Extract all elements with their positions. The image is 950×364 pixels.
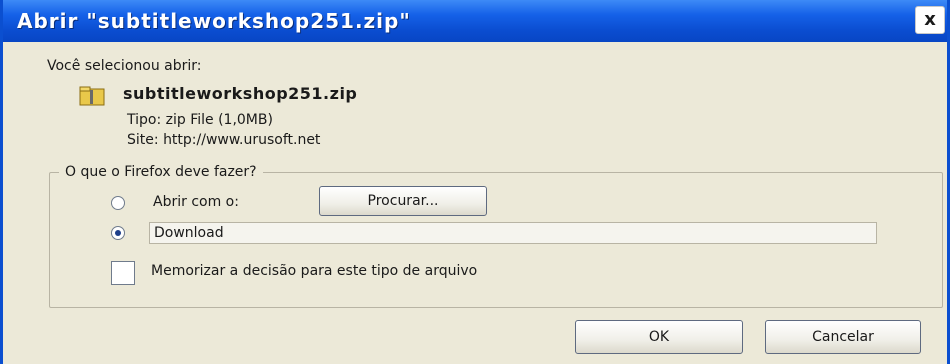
remember-label[interactable]: Memorizar a decisão para este tipo de ar… — [151, 263, 477, 279]
download-option-field[interactable]: Download — [149, 222, 877, 244]
open-with-label[interactable]: Abrir com o: — [153, 194, 239, 210]
cancel-button-label: Cancelar — [812, 329, 874, 345]
title-bar[interactable]: Abrir "subtitleworkshop251.zip" x — [3, 0, 947, 42]
close-button[interactable]: x — [915, 6, 945, 34]
open-with-radio[interactable] — [111, 196, 125, 210]
file-type: Tipo: zip File (1,0MB) — [127, 112, 273, 128]
close-icon: x — [924, 9, 936, 30]
open-with-label-text: Abrir com o: — [153, 194, 239, 210]
action-group-legend: O que o Firefox deve fazer? — [59, 164, 263, 180]
site-label: Site: — [127, 132, 159, 148]
file-site: Site: http://www.urusoft.net — [127, 132, 320, 148]
browse-button-label: Procurar... — [367, 193, 439, 209]
browse-button[interactable]: Procurar... — [319, 186, 487, 216]
download-label: Download — [154, 225, 224, 241]
zip-folder-icon — [79, 86, 105, 106]
download-dialog: Abrir "subtitleworkshop251.zip" x Você s… — [0, 0, 950, 364]
ok-button-label: OK — [648, 329, 670, 345]
intro-text: Você selecionou abrir: — [47, 58, 202, 74]
cancel-button[interactable]: Cancelar — [765, 320, 921, 354]
radio-selected-dot — [115, 230, 121, 236]
file-name: subtitleworkshop251.zip — [123, 84, 358, 103]
download-radio[interactable] — [111, 226, 125, 240]
site-url: http://www.urusoft.net — [163, 132, 321, 148]
window-title: Abrir "subtitleworkshop251.zip" — [17, 9, 411, 33]
remember-checkbox[interactable] — [111, 261, 135, 285]
ok-button[interactable]: OK — [575, 320, 743, 354]
